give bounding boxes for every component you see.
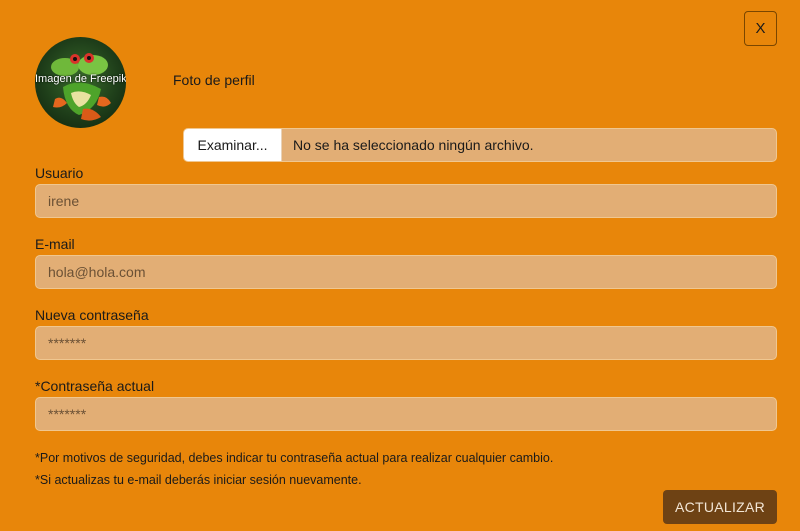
file-status-text: No se ha seleccionado ningún archivo.	[293, 137, 534, 153]
username-label: Usuario	[35, 165, 84, 181]
new-password-label: Nueva contraseña	[35, 307, 149, 323]
current-password-input[interactable]	[35, 397, 777, 431]
close-button[interactable]: X	[744, 11, 777, 46]
file-upload-field[interactable]: Examinar... No se ha seleccionado ningún…	[183, 128, 777, 162]
email-input[interactable]	[35, 255, 777, 289]
profile-photo-label: Foto de perfil	[173, 72, 255, 88]
security-note: *Por motivos de seguridad, debes indicar…	[35, 451, 554, 465]
email-change-note: *Si actualizas tu e-mail deberás iniciar…	[35, 473, 362, 487]
current-password-label: *Contraseña actual	[35, 378, 155, 394]
browse-button[interactable]: Examinar...	[184, 129, 282, 161]
update-button[interactable]: ACTUALIZAR	[663, 490, 777, 524]
avatar: Imagen de Freepik	[35, 37, 126, 128]
email-label: E-mail	[35, 236, 75, 252]
username-input[interactable]	[35, 184, 777, 218]
new-password-input[interactable]	[35, 326, 777, 360]
avatar-alt-text: Imagen de Freepik	[35, 73, 126, 85]
